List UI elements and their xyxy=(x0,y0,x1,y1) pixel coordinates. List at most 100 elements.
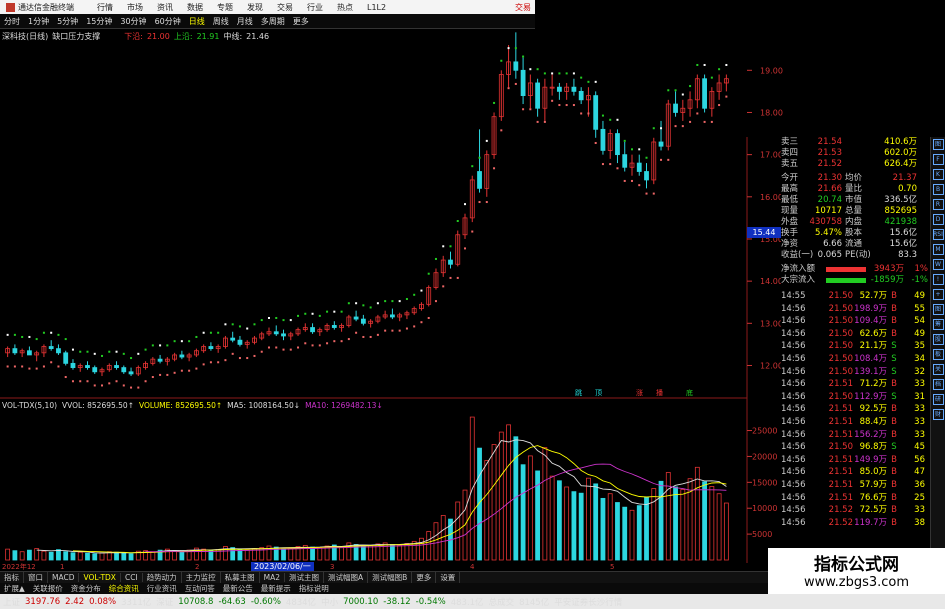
sidebar-tool-icon[interactable]: B xyxy=(932,184,944,195)
menu-item-trade-right[interactable]: 交易 xyxy=(515,2,535,13)
pressure-dot xyxy=(529,68,532,71)
volume-bar xyxy=(237,549,243,561)
sidebar-tool-icon[interactable]: 图 xyxy=(932,304,944,315)
tick-price: 21.51 xyxy=(828,416,853,427)
volume-bar xyxy=(607,493,613,561)
ask-row[interactable]: 卖五 21.52 626.4万 xyxy=(781,159,930,170)
sidebar-tool-icon[interactable]: 关 xyxy=(932,364,944,375)
indicator-tab[interactable]: 更多 xyxy=(412,572,437,583)
sidebar-tool-icon[interactable]: 股 xyxy=(932,334,944,345)
indicator-tab[interactable]: MACD xyxy=(48,573,80,582)
menu-item-trade[interactable]: 交易 xyxy=(270,2,300,13)
menu-item-discover[interactable]: 发现 xyxy=(240,2,270,13)
indicator-tab[interactable]: 趋势动力 xyxy=(143,572,182,583)
info-tab[interactable]: 最新公告 xyxy=(219,583,257,594)
indicator-tab[interactable]: 测试主图 xyxy=(285,572,325,583)
menu-item-hot[interactable]: 热点 xyxy=(330,2,360,13)
menu-item-news[interactable]: 资讯 xyxy=(150,2,180,13)
date-axis-label: 2022年12 xyxy=(2,562,36,571)
support-dot xyxy=(442,285,445,288)
sidebar-tool-icon[interactable]: 筹 xyxy=(932,319,944,330)
support-dot xyxy=(101,384,104,387)
info-tab[interactable]: 最新提示 xyxy=(257,583,295,594)
sidebar-tool-icon[interactable]: 图 xyxy=(932,139,944,150)
indicator-tab[interactable]: VOL-TDX xyxy=(79,573,121,582)
info-tab[interactable]: 关联报价 xyxy=(29,583,67,594)
support-dot xyxy=(376,333,379,336)
period-tab-timeshare[interactable]: 分时 xyxy=(0,16,24,27)
candle-body xyxy=(556,86,562,92)
sidebar-tool-icon[interactable]: F xyxy=(932,154,944,165)
period-tab-more[interactable]: 更多 xyxy=(289,16,313,27)
sidebar-tool-icon[interactable]: R xyxy=(932,199,944,210)
info-tab[interactable]: 综合资讯 xyxy=(105,583,143,594)
period-tab-60min[interactable]: 60分钟 xyxy=(151,16,185,27)
period-tab-multi[interactable]: 多周期 xyxy=(257,16,289,27)
tick-price: 21.51 xyxy=(828,467,853,478)
period-tab-daily[interactable]: 日线 xyxy=(185,16,209,27)
info-tab[interactable]: 互动问答 xyxy=(181,583,219,594)
volume-bar xyxy=(702,481,707,561)
sidebar-tool-icon[interactable]: 档 xyxy=(932,379,944,390)
ask-label: 卖三 xyxy=(781,137,799,147)
vol-indicator-name[interactable]: VOL-TDX(5,10) xyxy=(2,401,57,410)
stat-label: 外盘 xyxy=(781,217,799,227)
pressure-dot xyxy=(384,300,387,303)
sidebar-tool-icon[interactable]: 财 xyxy=(932,409,944,420)
pressure-dot xyxy=(434,257,437,260)
sidebar-tool-icon[interactable]: 研 xyxy=(932,394,944,405)
indicator-tab[interactable]: MA2 xyxy=(260,573,286,582)
menu-item-industry[interactable]: 行业 xyxy=(300,2,330,13)
indicator-tab[interactable]: 主力监控 xyxy=(182,572,221,583)
indicator-tab[interactable]: 私募主图 xyxy=(221,572,260,583)
menu-item-l1l2[interactable]: L1L2 xyxy=(360,3,393,12)
support-dot xyxy=(50,361,53,364)
sidebar-tool-icon[interactable]: K xyxy=(932,169,944,180)
sidebar-tool-icon[interactable]: RSI xyxy=(932,229,944,240)
stat-value: 21.30 xyxy=(817,173,842,183)
stat-value: 5.47% xyxy=(814,228,842,238)
candle-body xyxy=(56,348,61,354)
sidebar-tool-icon[interactable]: M xyxy=(932,244,944,255)
indicator-name[interactable]: 缺口压力支撑 xyxy=(52,31,100,42)
info-tab[interactable]: 指标说明 xyxy=(295,583,333,594)
sidebar-tool-icon[interactable]: + xyxy=(932,289,944,300)
info-tab[interactable]: 扩展▲ xyxy=(0,583,29,594)
period-tab-15min[interactable]: 15分钟 xyxy=(82,16,116,27)
sidebar-tool-icon[interactable]: W xyxy=(932,259,944,270)
info-tab[interactable]: 行业资讯 xyxy=(143,583,181,594)
indicator-tab[interactable]: 测试幅图B xyxy=(368,572,413,583)
tick-count: 49 xyxy=(914,328,925,339)
candle-body xyxy=(360,318,366,324)
indicator-tab[interactable]: 窗口 xyxy=(24,572,48,583)
pressure-dot xyxy=(710,76,713,79)
sidebar-tool-icon[interactable]: D xyxy=(932,214,944,225)
indicator-tab[interactable]: CCI xyxy=(121,573,143,582)
stat-value: 83.3 xyxy=(898,250,917,260)
info-tab[interactable]: 资金分布 xyxy=(67,583,105,594)
tick-volume: 156.2万 xyxy=(854,429,887,440)
sidebar-tool-icon[interactable]: ! xyxy=(932,274,944,285)
volume-bar xyxy=(92,553,98,561)
period-tab-30min[interactable]: 30分钟 xyxy=(116,16,150,27)
menu-item-quote[interactable]: 行情 xyxy=(90,2,120,13)
period-tab-monthly[interactable]: 月线 xyxy=(233,16,257,27)
tick-time: 14:56 xyxy=(781,442,806,453)
ask-row[interactable]: 卖四 21.53 602.0万 xyxy=(781,148,930,159)
menu-item-market[interactable]: 市场 xyxy=(120,2,150,13)
menu-item-data[interactable]: 数据 xyxy=(180,2,210,13)
indicator-tab[interactable]: 设置 xyxy=(436,572,461,583)
tick-count: 25 xyxy=(914,492,925,503)
support-dot xyxy=(231,352,234,355)
indicator-tab[interactable]: 测试幅图A xyxy=(324,572,369,583)
period-tab-weekly[interactable]: 周线 xyxy=(209,16,233,27)
period-tab-5min[interactable]: 5分钟 xyxy=(53,16,82,27)
period-tab-1min[interactable]: 1分钟 xyxy=(24,16,53,27)
tick-direction: S xyxy=(891,353,897,364)
tick-time: 14:56 xyxy=(781,391,806,402)
menu-item-topic[interactable]: 专题 xyxy=(210,2,240,13)
sidebar-tool-icon[interactable]: 板 xyxy=(932,349,944,360)
ask-row[interactable]: 卖三 21.54 410.6万 xyxy=(781,137,930,148)
support-dot xyxy=(667,158,670,161)
indicator-tab[interactable]: 指标 xyxy=(0,572,24,583)
